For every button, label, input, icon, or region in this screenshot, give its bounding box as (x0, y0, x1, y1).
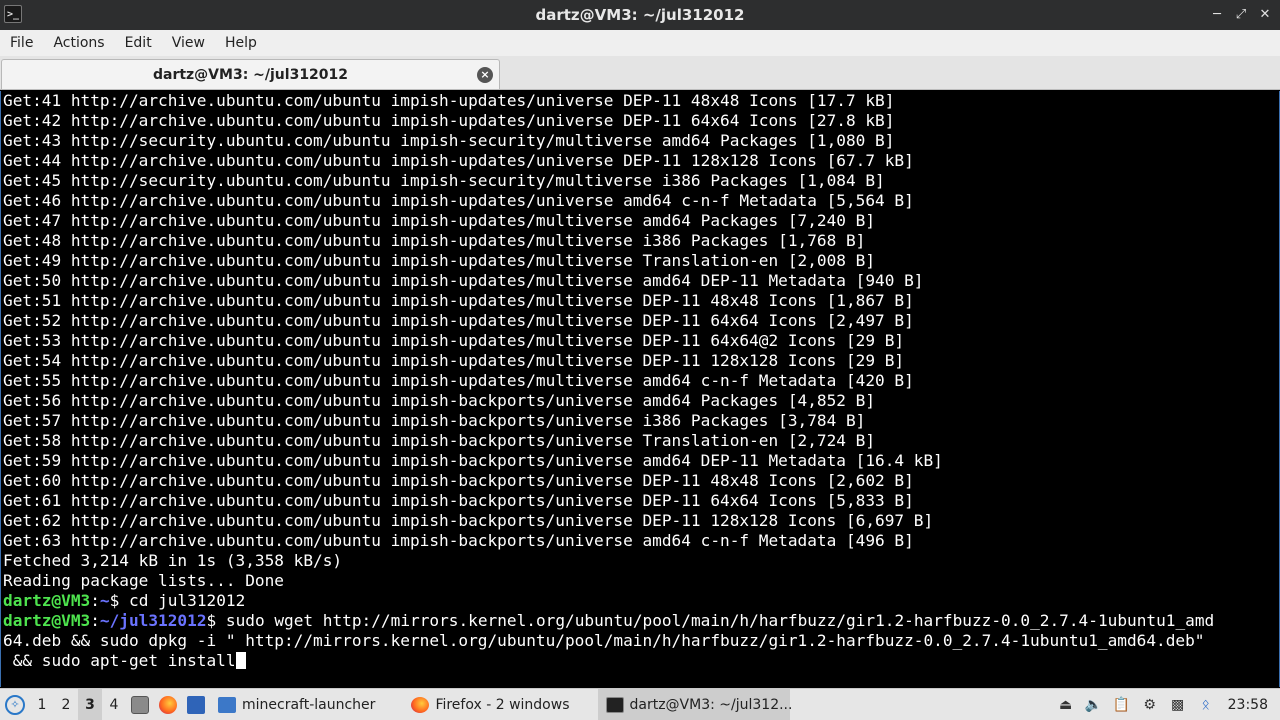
quicklaunch-firefox[interactable] (154, 689, 182, 720)
prompt-line-1: dartz@VM3:~$ cd jul312012 (1, 591, 1279, 611)
terminal-line: Get:46 http://archive.ubuntu.com/ubuntu … (3, 191, 914, 210)
terminal-line: Get:52 http://archive.ubuntu.com/ubuntu … (3, 311, 914, 330)
start-menu-button[interactable]: ✧ (0, 689, 30, 720)
terminal-line: Get:50 http://archive.ubuntu.com/ubuntu … (3, 271, 924, 290)
terminal-line: Get:54 http://archive.ubuntu.com/ubuntu … (3, 351, 905, 370)
terminal-line: Get:57 http://archive.ubuntu.com/ubuntu … (3, 411, 866, 430)
clock[interactable]: 23:58 (1220, 697, 1280, 713)
terminal-line: Get:44 http://archive.ubuntu.com/ubuntu … (3, 151, 914, 170)
eject-icon[interactable]: ⏏ (1052, 689, 1080, 720)
prompt-line-2: dartz@VM3:~/jul312012$ sudo wget http://… (1, 611, 1279, 631)
tab-terminal[interactable]: dartz@VM3: ~/jul312012 × (1, 59, 500, 89)
command-input-line-3[interactable]: && sudo apt-get install (3, 651, 236, 670)
command-input-line-1[interactable]: sudo wget http://mirrors.kernel.org/ubun… (226, 611, 1214, 630)
terminal-output[interactable]: Get:41 http://archive.ubuntu.com/ubuntu … (0, 91, 1280, 687)
prompt-suffix: $ (109, 591, 130, 610)
menu-help[interactable]: Help (215, 35, 267, 51)
command-input-line-3-wrap[interactable]: && sudo apt-get install (1, 651, 1279, 671)
firefox-icon (159, 695, 177, 714)
menu-bar: File Actions Edit View Help (0, 30, 1280, 56)
quicklaunch-desktop[interactable] (182, 689, 210, 720)
task-minecraft-launcher[interactable]: minecraft-launcher (210, 689, 383, 720)
task-label: Firefox - 2 windows (435, 696, 570, 713)
terminal-line: Get:63 http://archive.ubuntu.com/ubuntu … (3, 531, 914, 550)
bluetooth-icon[interactable]: ᛟ (1192, 689, 1220, 720)
terminal-line: Get:45 http://security.ubuntu.com/ubuntu… (3, 171, 885, 190)
terminal-line: Fetched 3,214 kB in 1s (3,358 kB/s) (3, 551, 343, 570)
clipboard-icon[interactable]: 📋 (1108, 689, 1136, 720)
tab-close-icon[interactable]: × (477, 67, 493, 83)
terminal-line: Get:48 http://archive.ubuntu.com/ubuntu … (3, 231, 866, 250)
terminal-line: Get:43 http://security.ubuntu.com/ubuntu… (3, 131, 895, 150)
command-input-line-2[interactable]: 64.deb && sudo dpkg -i " http://mirrors.… (1, 631, 1279, 651)
terminal-line: Get:55 http://archive.ubuntu.com/ubuntu … (3, 371, 914, 390)
workspace-3[interactable]: 3 (78, 688, 102, 720)
terminal-line: Get:47 http://archive.ubuntu.com/ubuntu … (3, 211, 876, 230)
network-icon[interactable]: ▩ (1164, 689, 1192, 720)
menu-actions[interactable]: Actions (43, 35, 114, 51)
tab-label: dartz@VM3: ~/jul312012 (152, 66, 349, 83)
terminal-line: Get:62 http://archive.ubuntu.com/ubuntu … (3, 511, 934, 530)
workspace-2[interactable]: 2 (54, 689, 78, 720)
menu-view[interactable]: View (162, 35, 215, 51)
show-desktop-icon (187, 695, 205, 714)
window-titlebar[interactable]: >_ dartz@VM3: ~/jul312012 ─ ⤢ ✕ (0, 0, 1280, 30)
quicklaunch-files[interactable] (126, 689, 154, 720)
terminal-line: Get:51 http://archive.ubuntu.com/ubuntu … (3, 291, 914, 310)
terminal-line: Get:56 http://archive.ubuntu.com/ubuntu … (3, 391, 876, 410)
taskbar: ✧ 1 2 3 4 minecraft-launcher Firefox - 2… (0, 688, 1280, 720)
terminal-line: Get:61 http://archive.ubuntu.com/ubuntu … (3, 491, 914, 510)
start-logo-icon: ✧ (5, 694, 25, 715)
terminal-line: Get:42 http://archive.ubuntu.com/ubuntu … (3, 111, 895, 130)
terminal-line: Get:59 http://archive.ubuntu.com/ubuntu … (3, 451, 943, 470)
task-terminal[interactable]: dartz@VM3: ~/jul312... (597, 688, 793, 720)
terminal-line: Get:41 http://archive.ubuntu.com/ubuntu … (3, 91, 895, 110)
window-controls: ─ ⤢ ✕ (1208, 4, 1274, 24)
text-cursor (235, 651, 246, 669)
close-icon[interactable]: ✕ (1256, 4, 1274, 24)
prompt-separator: : (90, 611, 100, 630)
prompt-user: dartz@VM3 (3, 591, 91, 610)
window-title: dartz@VM3: ~/jul312012 (535, 6, 745, 24)
prompt-command: cd jul312012 (129, 591, 246, 610)
folder-icon (218, 696, 236, 713)
restore-icon[interactable]: ⤢ (1232, 4, 1250, 24)
terminal-line: Get:49 http://archive.ubuntu.com/ubuntu … (3, 251, 876, 270)
terminal-icon (605, 696, 624, 713)
workspace-4[interactable]: 4 (102, 689, 126, 720)
system-tray: ⏏ 🔈 📋 ⚙ ▩ ᛟ 23:58 (1052, 689, 1280, 720)
file-manager-icon (131, 695, 149, 714)
firefox-icon (411, 696, 430, 713)
task-label: minecraft-launcher (242, 696, 376, 713)
volume-icon[interactable]: 🔈 (1080, 689, 1108, 720)
terminal-line: Get:60 http://archive.ubuntu.com/ubuntu … (3, 471, 914, 490)
terminal-app-icon[interactable]: >_ (4, 5, 22, 23)
terminal-line: Reading package lists... Done (3, 571, 284, 590)
task-label: dartz@VM3: ~/jul312... (629, 696, 793, 713)
prompt-suffix: $ (206, 611, 226, 630)
terminal-line: Get:53 http://archive.ubuntu.com/ubuntu … (3, 331, 905, 350)
workspace-1[interactable]: 1 (30, 689, 54, 720)
prompt-path: ~/jul312012 (99, 611, 207, 630)
prompt-user: dartz@VM3 (3, 611, 91, 630)
minimize-icon[interactable]: ─ (1208, 4, 1226, 24)
menu-file[interactable]: File (0, 35, 43, 51)
task-firefox[interactable]: Firefox - 2 windows (403, 689, 577, 720)
tab-bar: dartz@VM3: ~/jul312012 × (0, 56, 1280, 90)
prompt-separator: : (90, 591, 100, 610)
terminal-line: Get:58 http://archive.ubuntu.com/ubuntu … (3, 431, 876, 450)
tool-icon[interactable]: ⚙ (1136, 689, 1164, 720)
prompt-path: ~ (99, 591, 110, 610)
menu-edit[interactable]: Edit (115, 35, 162, 51)
